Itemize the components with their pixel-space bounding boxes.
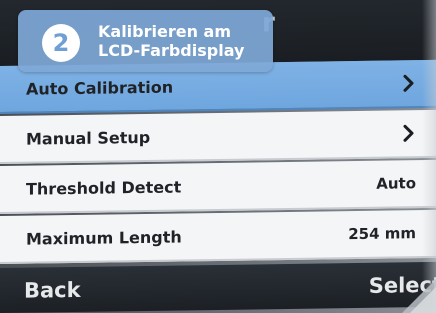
step-badge: 2 Kalibrieren am LCD-Farbdisplay [18,10,273,72]
chevron-right-icon [402,123,416,143]
step-caption-line2: LCD-Farbdisplay [98,41,245,60]
device-body: r Auto Calibration Manual Setup Threshol… [0,0,436,313]
softkey-bar: Back Select [0,261,436,313]
menu-item-threshold-detect[interactable]: Threshold Detect Auto [0,159,436,214]
step-caption: Kalibrieren am LCD-Farbdisplay [98,22,244,60]
device-bezel-edge [422,0,436,313]
device-bezel-corner [402,279,436,313]
menu-item-label: Auto Calibration [26,77,174,99]
step-number-circle: 2 [42,24,80,62]
back-softkey[interactable]: Back [24,277,81,302]
menu-item-label: Threshold Detect [26,176,182,199]
menu-item-label: Maximum Length [26,226,182,249]
menu-item-value: Auto [376,174,416,193]
menu-item-maximum-length[interactable]: Maximum Length 254 mm [0,209,436,264]
menu-item-manual-setup[interactable]: Manual Setup [0,109,436,164]
menu-item-label: Manual Setup [26,127,151,149]
step-caption-line1: Kalibrieren am [98,22,232,41]
menu-item-value: 254 mm [348,224,416,244]
chevron-right-icon [402,73,416,93]
step-number: 2 [52,29,70,57]
